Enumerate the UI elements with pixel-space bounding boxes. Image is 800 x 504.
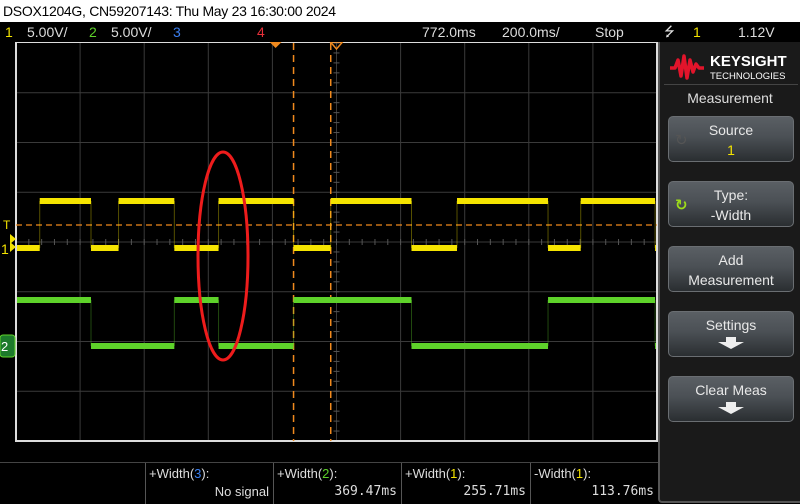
measurement-bar: +Width(3): No signal +Width(2): 369.47ms… bbox=[0, 462, 658, 504]
down-arrow-icon bbox=[718, 337, 744, 349]
divider bbox=[664, 84, 798, 85]
meas-suffix: ): bbox=[201, 466, 210, 481]
trigger-level-marker: T bbox=[3, 218, 11, 232]
type-softkey[interactable]: ↻ Type: -Width bbox=[668, 181, 794, 227]
meas-name: +Width( bbox=[277, 466, 323, 481]
ch2-label[interactable]: 2 bbox=[89, 22, 97, 42]
time-delay[interactable]: 772.0ms bbox=[422, 22, 476, 42]
meas-name: +Width( bbox=[405, 466, 451, 481]
ch1-segment bbox=[174, 245, 219, 251]
meas-suffix: ): bbox=[329, 466, 338, 481]
graticule bbox=[15, 42, 658, 442]
ch1-segment bbox=[218, 198, 294, 204]
brand-name: KEYSIGHT bbox=[710, 53, 787, 70]
ch1-segment bbox=[411, 245, 458, 251]
settings-softkey[interactable]: Settings bbox=[668, 311, 794, 357]
ch3-label[interactable]: 3 bbox=[173, 22, 181, 42]
falling-edge-icon: ⭍ bbox=[664, 24, 675, 39]
ch2-segment bbox=[411, 343, 549, 349]
ch1-ground-marker: 1 bbox=[1, 241, 9, 257]
time-scale[interactable]: 200.0ms/ bbox=[502, 22, 560, 42]
waveform-display[interactable]: T 1 2 bbox=[0, 42, 658, 462]
trigger-source[interactable]: 1 bbox=[693, 22, 701, 42]
softkey-panel: KEYSIGHT TECHNOLOGIES Measurement ↻ Sour… bbox=[658, 42, 800, 503]
ch2-segment bbox=[548, 297, 656, 303]
meas-name: -Width( bbox=[534, 466, 576, 481]
source-softkey[interactable]: ↻ Source 1 bbox=[668, 116, 794, 162]
ch1-label[interactable]: 1 bbox=[5, 22, 13, 42]
meas-value: 113.76ms bbox=[591, 484, 654, 499]
meas-value: No signal bbox=[214, 484, 269, 499]
measurement-item[interactable]: +Width(2): 369.47ms bbox=[273, 463, 401, 504]
softkey-value: -Width bbox=[710, 207, 752, 223]
ch2-scale[interactable]: 5.00V/ bbox=[111, 22, 151, 42]
trigger-level[interactable]: 1.12V bbox=[738, 22, 775, 42]
knob-inactive-icon: ↻ bbox=[675, 132, 688, 149]
meas-suffix: ): bbox=[457, 466, 466, 481]
softkey-value: 1 bbox=[727, 142, 735, 158]
red-ellipse-annotation bbox=[196, 150, 250, 362]
ch1-segment bbox=[39, 198, 91, 204]
run-state[interactable]: Stop bbox=[595, 22, 624, 42]
add-measurement-softkey[interactable]: Add Measurement bbox=[668, 246, 794, 292]
ch2-segment bbox=[293, 297, 412, 303]
meas-suffix: ): bbox=[583, 466, 592, 481]
measurement-item[interactable]: +Width(1): 255.71ms bbox=[401, 463, 530, 504]
ch1-segment bbox=[118, 198, 175, 204]
softkey-label: Type: bbox=[713, 187, 749, 203]
ch1-segment bbox=[548, 245, 581, 251]
meas-value: 369.47ms bbox=[334, 484, 397, 499]
status-bar: 1 5.00V/ 2 5.00V/ 3 4 772.0ms 200.0ms/ S… bbox=[0, 22, 800, 42]
keysight-logo: KEYSIGHT TECHNOLOGIES bbox=[670, 53, 787, 82]
softkey-label: Clear Meas bbox=[695, 382, 767, 398]
ch1-segment bbox=[17, 245, 40, 251]
ch1-segment bbox=[293, 245, 331, 251]
ch4-label[interactable]: 4 bbox=[257, 22, 265, 42]
ch1-segment bbox=[90, 245, 119, 251]
ch2-segment bbox=[174, 297, 219, 303]
meas-name: +Width( bbox=[149, 466, 195, 481]
ch2-segment bbox=[90, 343, 175, 349]
clear-meas-softkey[interactable]: Clear Meas bbox=[668, 376, 794, 422]
brand-sub: TECHNOLOGIES bbox=[710, 71, 786, 82]
ch2-segment bbox=[17, 297, 91, 303]
knob-active-icon: ↻ bbox=[675, 197, 688, 214]
ch1-segment bbox=[655, 245, 656, 251]
ch2-segment bbox=[655, 343, 656, 349]
softkey-label-2: Measurement bbox=[688, 272, 774, 288]
measurement-item[interactable]: -Width(1): 113.76ms bbox=[530, 463, 658, 504]
ch2-label-marker: 2 bbox=[1, 339, 8, 354]
ch1-segment bbox=[457, 198, 549, 204]
softkey-label: Add bbox=[718, 252, 744, 268]
horizontal-ref-marker bbox=[269, 42, 282, 48]
softkey-label: Settings bbox=[705, 317, 757, 333]
ch1-segment bbox=[330, 198, 412, 204]
ch1-scale[interactable]: 5.00V/ bbox=[27, 22, 67, 42]
window-title: DSOX1204G, CN59207143: Thu May 23 16:30:… bbox=[0, 0, 800, 22]
down-arrow-icon bbox=[718, 402, 744, 414]
menu-title: Measurement bbox=[687, 90, 773, 106]
softkey-label: Source bbox=[708, 122, 754, 138]
measurement-item[interactable]: +Width(3): No signal bbox=[145, 463, 273, 504]
meas-value: 255.71ms bbox=[463, 484, 526, 499]
ch2-segment bbox=[218, 343, 294, 349]
ch1-segment bbox=[580, 198, 656, 204]
